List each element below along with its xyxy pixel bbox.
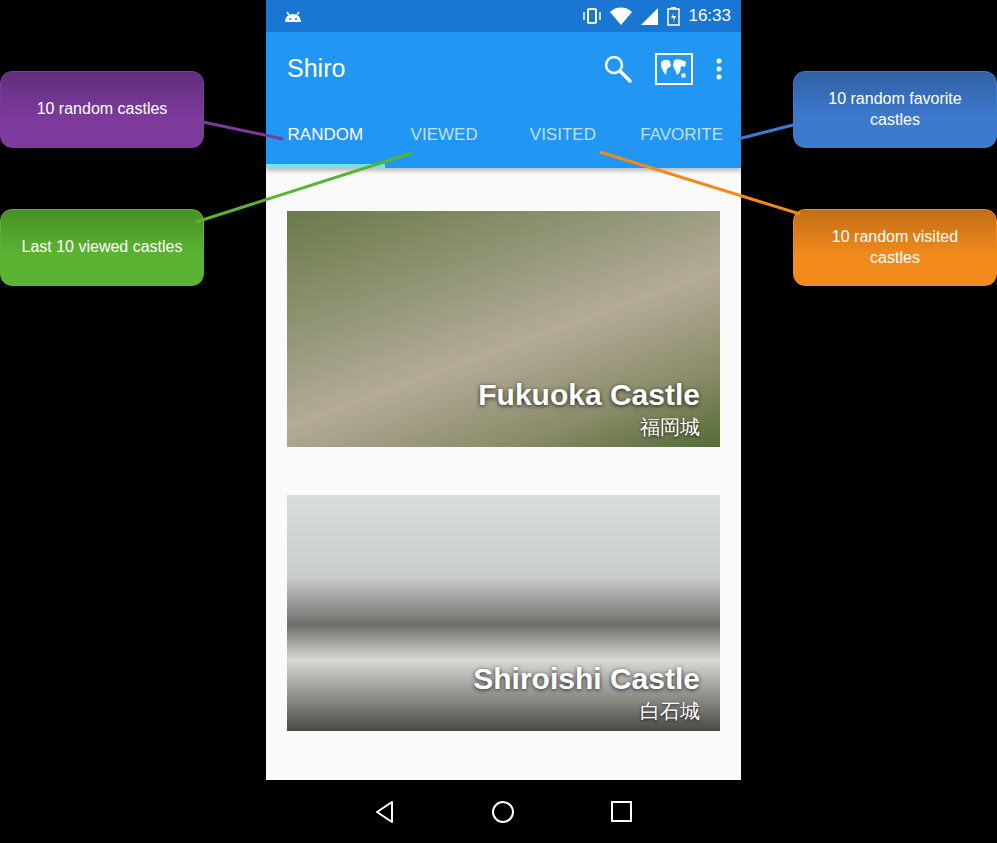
recents-icon[interactable] <box>610 800 633 823</box>
tab[interactable]: VIEWED <box>385 105 504 168</box>
search-icon[interactable] <box>603 54 633 84</box>
wifi-icon <box>610 7 632 25</box>
signal-icon <box>640 7 659 26</box>
callout-line <box>738 124 797 139</box>
tab-label[interactable]: VIEWED <box>385 105 504 164</box>
status-icons: 16:33 <box>582 6 731 26</box>
callout: 10 random castles <box>0 71 204 148</box>
castle-japanese-name: 白石城 <box>640 698 700 725</box>
android-icon <box>282 8 304 24</box>
callout-text: 10 random castles <box>37 99 168 120</box>
vibrate-icon <box>582 7 602 25</box>
back-icon[interactable] <box>374 800 396 824</box>
callout-text: 10 random favorite castles <box>808 89 982 131</box>
tab[interactable]: VISITED <box>504 105 623 168</box>
tab-label[interactable]: FAVORITE <box>622 105 741 164</box>
callout-line <box>196 153 412 222</box>
callout-line <box>600 152 800 214</box>
battery-icon <box>667 6 680 26</box>
tab-indicator <box>504 164 623 168</box>
home-icon[interactable] <box>491 800 515 824</box>
status-bar: 16:33 <box>266 0 741 32</box>
tab-label[interactable]: RANDOM <box>266 105 385 164</box>
castle-name: Shiroishi Castle <box>473 662 700 696</box>
tab[interactable]: RANDOM <box>266 105 385 168</box>
callout: 10 random visited castles <box>793 209 997 286</box>
app-title: Shiro <box>287 54 603 83</box>
phone-screen: 16:33ShiroRANDOMVIEWEDVISITEDFAVORITEFuk… <box>266 0 741 843</box>
castle-japanese-name: 福岡城 <box>640 414 700 441</box>
map-icon[interactable] <box>655 53 693 85</box>
tab-indicator <box>266 164 385 168</box>
tab-label[interactable]: VISITED <box>504 105 623 164</box>
app-actions <box>603 53 723 85</box>
app-bar: Shiro <box>266 32 741 105</box>
castle-list: Fukuoka Castle福岡城 Shiroishi Castle白石城 <box>266 168 741 780</box>
more-icon[interactable] <box>715 57 723 81</box>
callout-text: 10 random visited castles <box>808 227 982 269</box>
status-time: 16:33 <box>688 6 731 26</box>
castle-card[interactable]: Shiroishi Castle白石城 <box>287 495 720 731</box>
tab[interactable]: FAVORITE <box>622 105 741 168</box>
tab-bar: RANDOMVIEWEDVISITEDFAVORITE <box>266 105 741 168</box>
callout-text: Last 10 viewed castles <box>22 237 183 258</box>
castle-card[interactable]: Fukuoka Castle福岡城 <box>287 211 720 447</box>
tab-indicator <box>622 164 741 168</box>
navigation-bar <box>266 780 741 843</box>
castle-name: Fukuoka Castle <box>478 378 700 412</box>
callout: Last 10 viewed castles <box>0 209 204 286</box>
callout: 10 random favorite castles <box>793 71 997 148</box>
tab-indicator <box>385 164 504 168</box>
callout-line <box>203 122 283 139</box>
